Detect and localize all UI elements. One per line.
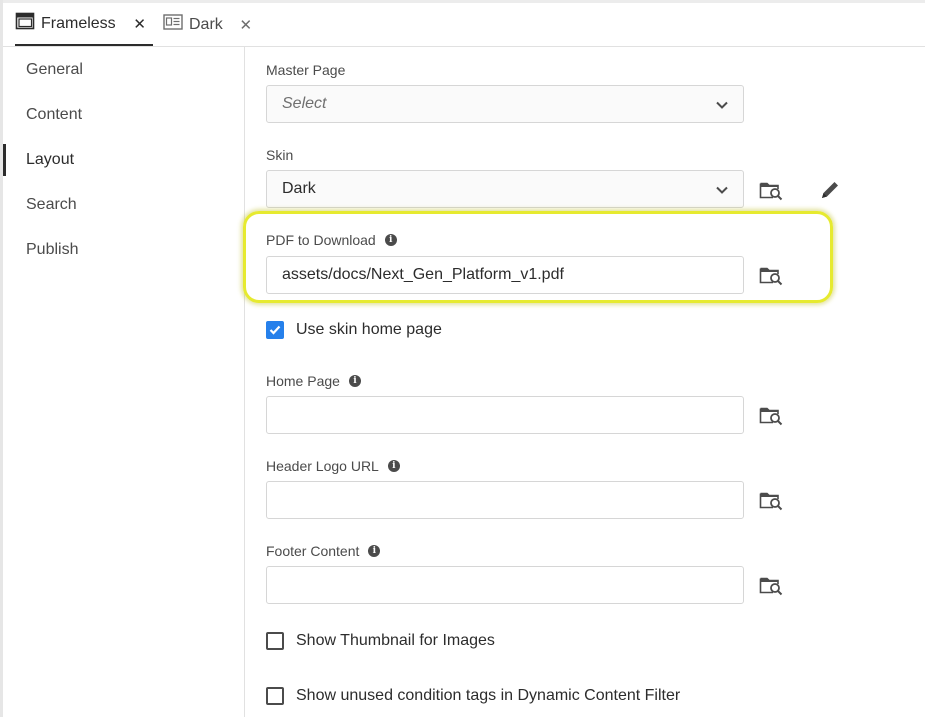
show-thumbnail-label: Show Thumbnail for Images: [296, 632, 495, 649]
footer-content-input[interactable]: [266, 566, 744, 604]
sidebar-item-content[interactable]: Content: [3, 95, 244, 135]
layout-settings-panel: Master Page Select Skin Dark PDF to Down…: [243, 47, 925, 717]
info-icon[interactable]: i: [387, 460, 400, 472]
sidebar-item-layout[interactable]: Layout: [3, 140, 244, 180]
sidebar-item-general[interactable]: General: [3, 50, 244, 90]
sidebar-item-label: General: [26, 61, 83, 78]
app-window: Frameless ✕ Dark ✕ General Content Layou…: [0, 0, 925, 717]
sidebar-item-publish[interactable]: Publish: [3, 230, 244, 270]
browse-folder-icon[interactable]: [759, 179, 783, 201]
footer-content-label: Footer Content i: [266, 543, 381, 559]
tab-frameless[interactable]: Frameless ✕: [15, 3, 153, 46]
use-skin-home-page-label: Use skin home page: [296, 321, 442, 338]
browse-folder-icon[interactable]: [759, 489, 783, 511]
browse-folder-icon[interactable]: [759, 574, 783, 596]
tab-frameless-close-icon[interactable]: ✕: [133, 15, 147, 33]
info-icon[interactable]: i: [348, 375, 361, 387]
checkmark-icon: [269, 325, 281, 335]
chevron-down-icon: [716, 186, 728, 194]
skin-layout-icon: [163, 14, 183, 35]
sidebar-item-label: Publish: [26, 241, 79, 258]
pdf-to-download-label: PDF to Download i: [266, 232, 397, 248]
sidebar: General Content Layout Search Publish: [3, 47, 245, 717]
tab-frameless-label: Frameless: [41, 14, 116, 32]
footer-content-label-text: Footer Content: [266, 543, 360, 559]
header-logo-url-label: Header Logo URL i: [266, 458, 400, 474]
sidebar-item-label: Content: [26, 106, 83, 123]
master-page-select[interactable]: Select: [266, 85, 744, 123]
show-thumbnail-checkbox[interactable]: [266, 632, 284, 650]
info-icon[interactable]: i: [368, 545, 381, 557]
use-skin-home-page-checkbox-row[interactable]: Use skin home page: [266, 321, 442, 339]
window-icon: [15, 12, 35, 35]
pdf-to-download-value: assets/docs/Next_Gen_Platform_v1.pdf: [282, 266, 564, 283]
info-icon[interactable]: i: [384, 234, 397, 246]
home-page-label: Home Page i: [266, 373, 361, 389]
master-page-label-text: Master Page: [266, 62, 346, 78]
sidebar-item-search[interactable]: Search: [3, 185, 244, 225]
show-unused-tags-checkbox[interactable]: [266, 687, 284, 705]
pdf-to-download-input[interactable]: assets/docs/Next_Gen_Platform_v1.pdf: [266, 256, 744, 294]
browse-folder-icon[interactable]: [759, 404, 783, 426]
skin-value: Dark: [282, 180, 316, 197]
tab-dark-close-icon[interactable]: ✕: [239, 16, 253, 34]
skin-label-text: Skin: [266, 147, 294, 163]
master-page-placeholder: Select: [282, 95, 327, 112]
sidebar-item-label: Layout: [26, 151, 75, 168]
use-skin-home-page-checkbox[interactable]: [266, 321, 284, 339]
show-unused-tags-checkbox-row[interactable]: Show unused condition tags in Dynamic Co…: [266, 687, 680, 705]
edit-pencil-icon[interactable]: [819, 179, 841, 201]
sidebar-item-label: Search: [26, 196, 77, 213]
master-page-label: Master Page: [266, 62, 345, 78]
home-page-label-text: Home Page: [266, 373, 340, 389]
show-unused-tags-label: Show unused condition tags in Dynamic Co…: [296, 687, 681, 704]
header-logo-url-input[interactable]: [266, 481, 744, 519]
skin-select[interactable]: Dark: [266, 170, 744, 208]
skin-label: Skin: [266, 147, 293, 163]
tab-dark[interactable]: Dark ✕: [163, 3, 263, 46]
home-page-input[interactable]: [266, 396, 744, 434]
pdf-to-download-label-text: PDF to Download: [266, 232, 376, 248]
chevron-down-icon: [716, 101, 728, 109]
tab-bar: Frameless ✕ Dark ✕: [3, 3, 925, 47]
tab-dark-label: Dark: [189, 15, 223, 33]
show-thumbnail-checkbox-row[interactable]: Show Thumbnail for Images: [266, 632, 495, 650]
header-logo-url-label-text: Header Logo URL: [266, 458, 379, 474]
browse-folder-icon[interactable]: [759, 264, 783, 286]
